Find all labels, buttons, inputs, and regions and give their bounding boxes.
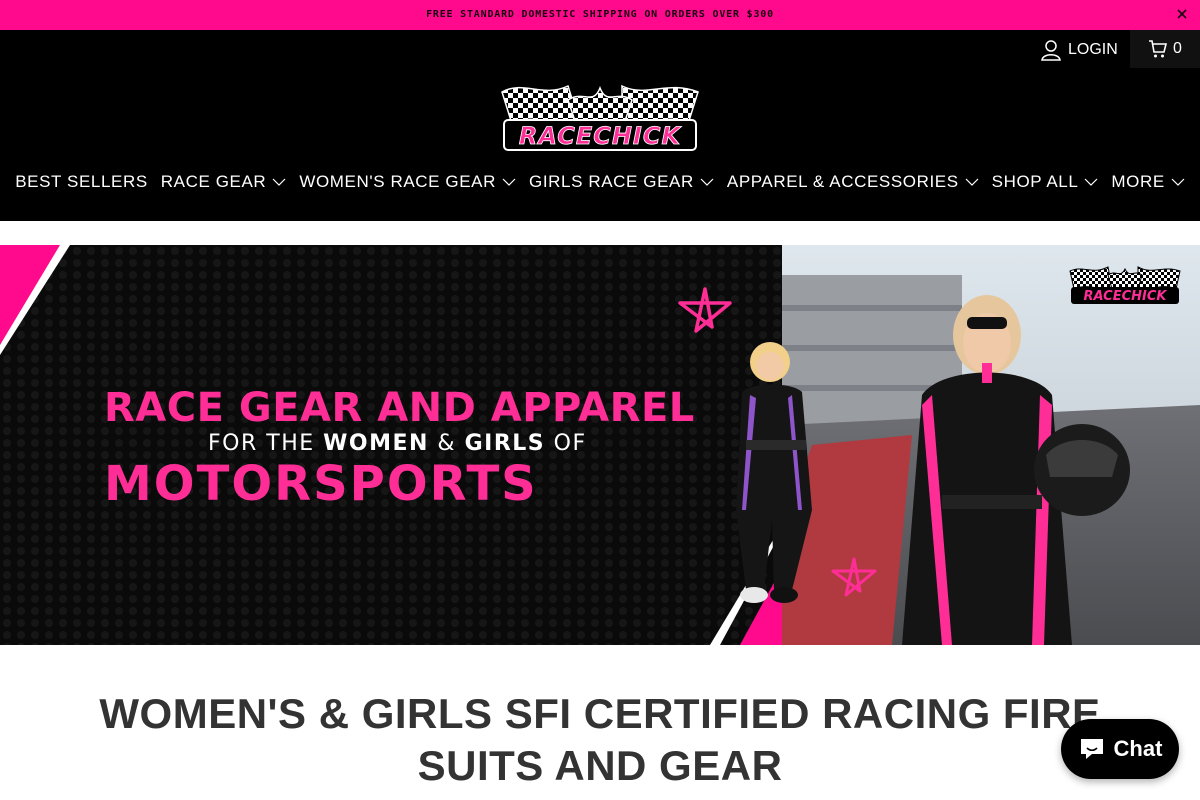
nav-item-shop-all[interactable]: SHOP ALL: [992, 172, 1099, 192]
user-icon: [1041, 40, 1061, 61]
nav-label: SHOP ALL: [991, 172, 1079, 191]
cart-count: 0: [1173, 40, 1182, 57]
hero-logo-text: RACECHICK: [1084, 289, 1168, 304]
close-icon[interactable]: [1174, 6, 1190, 22]
hero-title-line1: RACE GEAR AND APPAREL: [104, 385, 695, 431]
nav-label: RACE GEAR: [160, 172, 267, 191]
chevron-down-icon: [1084, 178, 1098, 186]
hero-banner[interactable]: RACE GEAR AND APPAREL FOR THE WOMEN & GI…: [0, 245, 1200, 645]
hero-text: &: [428, 431, 465, 456]
chat-label: Chat: [1113, 736, 1163, 761]
chevron-down-icon: [502, 178, 516, 186]
hero-racechick-logo: RACECHICK: [1069, 266, 1181, 304]
chat-button[interactable]: Chat: [1061, 719, 1179, 779]
login-label: LOGIN: [1068, 41, 1118, 58]
hero-text: OF: [545, 431, 587, 456]
nav-item-womens-race-gear[interactable]: WOMEN'S RACE GEAR: [299, 172, 516, 192]
main-nav: BEST SELLERS RACE GEAR WOMEN'S RACE GEAR…: [15, 168, 1185, 196]
cart-button[interactable]: 0: [1130, 30, 1200, 68]
nav-label: WOMEN'S RACE GEAR: [299, 172, 496, 191]
logo-text: RACECHICK: [519, 122, 683, 150]
chevron-down-icon: [965, 178, 979, 186]
shopping-cart-icon: [1149, 40, 1168, 58]
chevron-down-icon: [272, 178, 286, 186]
chevron-down-icon: [700, 178, 714, 186]
nav-item-race-gear[interactable]: RACE GEAR: [161, 172, 287, 192]
racechick-logo[interactable]: RACECHICK: [498, 78, 702, 156]
nav-label: MORE: [1111, 172, 1165, 191]
hero-text-girls: GIRLS: [464, 431, 546, 456]
hero-text: FOR THE: [208, 431, 324, 456]
hero-title-line2: FOR THE WOMEN & GIRLS OF: [208, 431, 587, 456]
star-doodle-icon: [831, 557, 877, 597]
nav-item-girls-race-gear[interactable]: GIRLS RACE GEAR: [529, 172, 714, 192]
announcement-bar: FREE STANDARD DOMESTIC SHIPPING ON ORDER…: [0, 0, 1200, 30]
nav-item-best-sellers[interactable]: BEST SELLERS: [15, 172, 148, 192]
section-heading: WOMEN'S & GIRLS SFI CERTIFIED RACING FIR…: [99, 690, 1101, 789]
hero-text-women: WOMEN: [323, 431, 429, 456]
girl-racer-illustration: [736, 342, 812, 603]
chevron-down-icon: [1171, 178, 1185, 186]
nav-label: BEST SELLERS: [15, 172, 148, 191]
announcement-text: FREE STANDARD DOMESTIC SHIPPING ON ORDER…: [426, 9, 774, 20]
login-link[interactable]: LOGIN: [1040, 38, 1118, 62]
nav-item-apparel-accessories[interactable]: APPAREL & ACCESSORIES: [727, 172, 979, 192]
site-header: LOGIN 0 RACECHICK BEST SELLERS RACE GEAR: [0, 30, 1200, 221]
star-doodle-icon: [678, 287, 732, 333]
nav-label: APPAREL & ACCESSORIES: [726, 172, 959, 191]
nav-label: GIRLS RACE GEAR: [529, 172, 694, 191]
nav-item-more[interactable]: MORE: [1111, 172, 1185, 192]
chat-bubble-icon: [1080, 739, 1103, 759]
hero-title-line3: MOTORSPORTS: [104, 456, 538, 512]
